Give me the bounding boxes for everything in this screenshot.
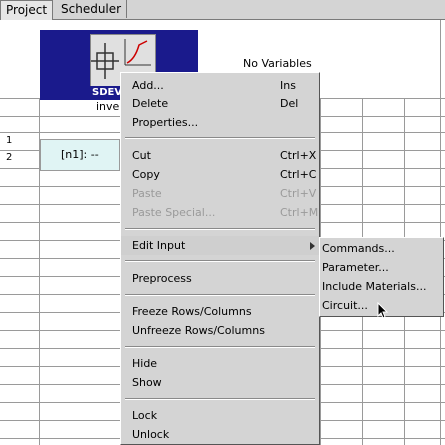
row-number: 2 [6, 152, 13, 163]
menu-item-properties[interactable]: Properties... [121, 113, 319, 132]
context-menu: Add... Ins Delete Del Properties... Cut Ctr… [120, 72, 320, 445]
menu-item-add[interactable]: Add... Ins [121, 76, 319, 95]
no-variables-label: No Variables [243, 57, 312, 70]
menu-separator [125, 228, 315, 230]
menu-item-lock[interactable]: Lock [121, 406, 319, 425]
menu-item-unlock[interactable]: Unlock [121, 425, 319, 444]
menu-separator [125, 294, 315, 296]
menu-item-hide[interactable]: Hide [121, 354, 319, 373]
submenu-item-parameter[interactable]: Parameter... [320, 258, 443, 277]
tab-project[interactable]: Project [0, 0, 54, 20]
menu-item-unfreeze[interactable]: Unfreeze Rows/Columns [121, 321, 319, 340]
menu-item-paste-special[interactable]: Paste Special... Ctrl+M [121, 203, 319, 222]
submenu-item-include-materials[interactable]: Include Materials... [320, 277, 443, 296]
mouse-cursor-icon [377, 302, 389, 319]
menu-separator [125, 137, 315, 139]
menu-separator [125, 398, 315, 400]
menu-separator [125, 260, 315, 262]
row-number: 1 [6, 135, 13, 146]
menu-item-freeze[interactable]: Freeze Rows/Columns [121, 302, 319, 321]
menu-item-cut[interactable]: Cut Ctrl+X [121, 146, 319, 165]
menu-item-paste[interactable]: Paste Ctrl+V [121, 184, 319, 203]
submenu-item-commands[interactable]: Commands... [320, 239, 443, 258]
menu-item-edit-input[interactable]: Edit Input [121, 236, 319, 255]
menu-item-preprocess[interactable]: Preprocess [121, 269, 319, 288]
submenu-arrow-icon [310, 242, 315, 250]
node-cell[interactable]: [n1]: -- [40, 139, 120, 171]
menu-item-copy[interactable]: Copy Ctrl+C [121, 165, 319, 184]
menu-item-delete[interactable]: Delete Del [121, 94, 319, 113]
tab-scheduler[interactable]: Scheduler [56, 0, 128, 18]
tab-bar: Project Scheduler [0, 0, 445, 20]
menu-item-show[interactable]: Show [121, 373, 319, 392]
menu-separator [125, 346, 315, 348]
